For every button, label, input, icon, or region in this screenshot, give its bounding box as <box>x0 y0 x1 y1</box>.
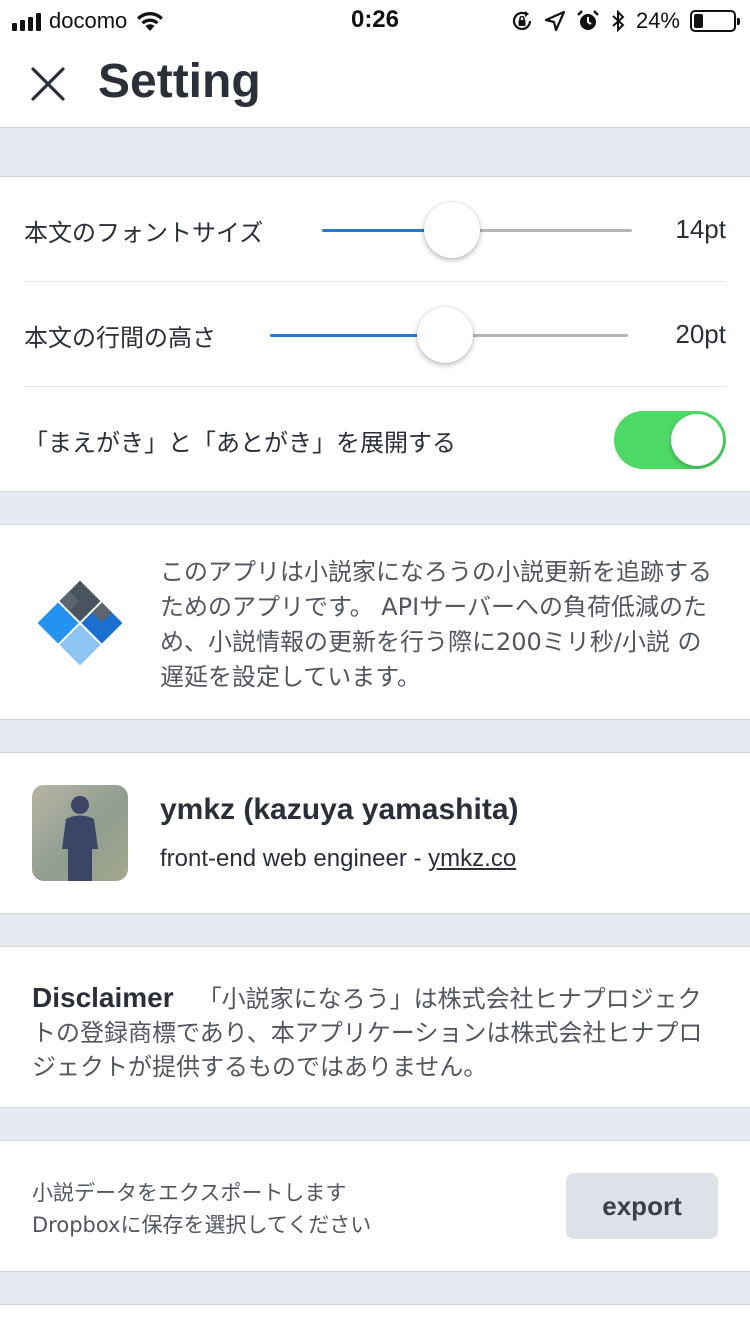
alarm-icon <box>577 10 599 30</box>
about-card: このアプリは小説家になろうの小説更新を追跡するためのアプリです。 APIサーバー… <box>0 524 750 720</box>
app-logo-icon <box>37 580 123 666</box>
expand-row: 「まえがき」と「あとがき」を展開する <box>24 387 726 493</box>
disclaimer-card: Disclaimer 「小説家になろう」は株式会社ヒナプロジェクトの登録商標であり… <box>0 946 750 1108</box>
font-size-row: 本文のフォントサイズ 14pt <box>24 177 726 281</box>
location-icon <box>544 10 566 32</box>
line-height-row: 本文の行間の高さ 20pt <box>24 282 726 386</box>
line-height-slider-thumb[interactable] <box>417 307 474 363</box>
close-icon <box>31 67 65 101</box>
author-role-text: front-end web engineer - <box>160 845 429 872</box>
author-card: ymkz (kazuya yamashita) front-end web en… <box>0 752 750 914</box>
author-name: ymkz (kazuya yamashita) <box>160 793 519 826</box>
disclaimer-title: Disclaimer <box>32 982 174 1013</box>
author-role: front-end web engineer - ymkz.co <box>160 845 516 873</box>
status-bar-right: 24% <box>510 8 740 34</box>
expand-label: 「まえがき」と「あとがき」を展開する <box>24 429 456 457</box>
line-height-slider[interactable] <box>270 307 628 363</box>
avatar-silhouette <box>62 796 98 881</box>
export-description: 小説データをエクスポートします Dropboxに保存を選択してください <box>32 1177 371 1241</box>
export-description-line1: 小説データをエクスポートします <box>32 1181 347 1205</box>
line-height-value: 20pt <box>675 319 726 349</box>
author-website-link[interactable]: ymkz.co <box>428 845 516 872</box>
page-title: Setting <box>98 55 261 108</box>
status-bar: docomo 0:26 24% <box>0 0 750 40</box>
battery-percentage: 24% <box>635 8 680 33</box>
next-card <box>0 1304 750 1334</box>
battery-icon <box>690 10 740 32</box>
line-height-label: 本文の行間の高さ <box>24 324 216 352</box>
avatar <box>32 785 128 881</box>
font-size-slider[interactable] <box>322 202 632 258</box>
font-size-value: 14pt <box>675 214 726 244</box>
export-button[interactable]: export <box>566 1173 718 1239</box>
about-description: このアプリは小説家になろうの小説更新を追跡するためのアプリです。 APIサーバー… <box>160 558 712 691</box>
export-card: 小説データをエクスポートします Dropboxに保存を選択してください expo… <box>0 1140 750 1272</box>
bluetooth-icon <box>612 9 625 33</box>
battery-level <box>694 14 704 28</box>
settings-card: 本文のフォントサイズ 14pt 本文の行間の高さ 20pt 「まえがき」と「あと… <box>0 176 750 492</box>
toggle-knob <box>671 414 723 466</box>
expand-toggle[interactable] <box>614 411 726 469</box>
export-description-line2: Dropboxに保存を選択してください <box>32 1213 372 1237</box>
orientation-lock-icon <box>512 11 532 30</box>
font-size-label: 本文のフォントサイズ <box>24 219 264 247</box>
disclaimer: Disclaimer 「小説家になろう」は株式会社ヒナプロジェクトの登録商標であり… <box>32 981 722 1084</box>
close-button[interactable] <box>26 62 70 106</box>
font-size-slider-thumb[interactable] <box>424 202 481 258</box>
nav-bar: Setting <box>0 40 750 128</box>
